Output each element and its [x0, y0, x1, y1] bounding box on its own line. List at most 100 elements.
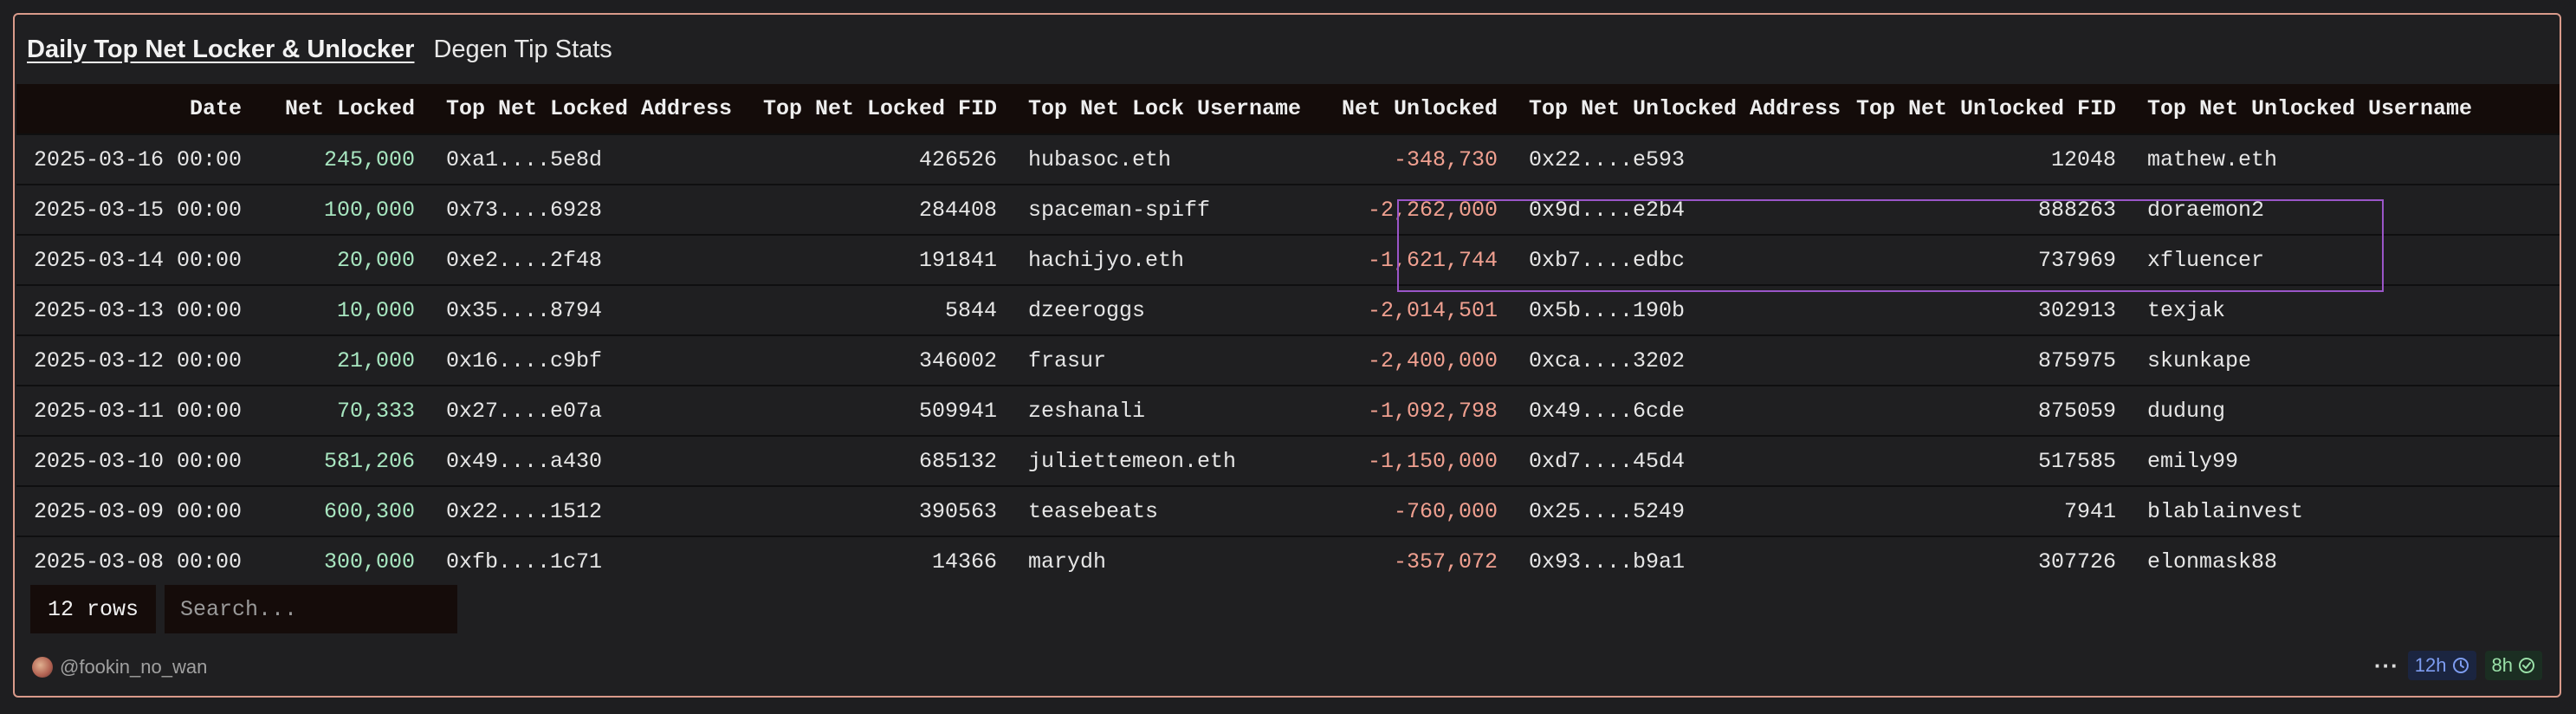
column-header-net-locked[interactable]: Net Locked	[257, 84, 430, 134]
status-badge[interactable]: 8h	[2484, 651, 2542, 680]
footer-author[interactable]: @fookin_no_wan	[32, 656, 207, 678]
column-header-top-net-unlocked-fid[interactable]: Top Net Unlocked FID	[1803, 84, 2132, 134]
cell-unlocked-fid: 888263	[2037, 197, 2116, 223]
table-row[interactable]: 2025-03-08 00:00 300,000 0xfb....1c71 14…	[16, 536, 2560, 576]
cell-unlocked-fid: 875975	[2037, 347, 2116, 373]
cell-unlocked-fid: 12048	[2050, 146, 2116, 172]
cell-date: 2025-03-10 00:00	[33, 448, 242, 474]
table-controls: 12 rows	[30, 585, 458, 633]
cell-locked-username: spaceman-spiff	[1028, 197, 1211, 223]
cell-unlocked-address: 0xb7....edbc	[1529, 247, 1686, 273]
cell-locked-address: 0x49....a430	[446, 448, 603, 474]
column-header-date[interactable]: Date	[16, 84, 257, 134]
cell-net-locked: 21,000	[336, 347, 415, 373]
more-icon[interactable]: ···	[2374, 652, 2399, 679]
cell-locked-username: marydh	[1028, 549, 1107, 574]
refresh-badge[interactable]: 12h	[2407, 651, 2476, 680]
cell-locked-address: 0xa1....5e8d	[446, 146, 603, 172]
cell-locked-fid: 390563	[918, 498, 997, 524]
cell-unlocked-username: texjak	[2147, 297, 2226, 323]
results-table: Date Net Locked Top Net Locked Address T…	[16, 84, 2560, 576]
cell-date: 2025-03-15 00:00	[33, 197, 242, 223]
table-row[interactable]: 2025-03-14 00:00 20,000 0xe2....2f48 191…	[16, 235, 2560, 285]
cell-locked-address: 0x73....6928	[446, 197, 603, 223]
cell-net-unlocked: -760,000	[1393, 498, 1498, 524]
cell-unlocked-fid: 517585	[2037, 448, 2116, 474]
cell-unlocked-username: xfluencer	[2147, 247, 2265, 273]
cell-locked-address: 0x22....1512	[446, 498, 603, 524]
cell-unlocked-address: 0x25....5249	[1529, 498, 1686, 524]
cell-date: 2025-03-13 00:00	[33, 297, 242, 323]
cell-unlocked-address: 0x22....e593	[1529, 146, 1686, 172]
table-row[interactable]: 2025-03-09 00:00 600,300 0x22....1512 39…	[16, 486, 2560, 536]
cell-date: 2025-03-11 00:00	[33, 398, 242, 424]
column-header-top-net-lock-username[interactable]: Top Net Lock Username	[1013, 84, 1301, 134]
clock-icon	[2452, 658, 2469, 673]
cell-locked-username: frasur	[1028, 347, 1107, 373]
cell-locked-username: zeshanali	[1028, 398, 1146, 424]
cell-unlocked-address: 0x9d....e2b4	[1529, 197, 1686, 223]
column-header-top-net-unlocked-username[interactable]: Top Net Unlocked Username	[2132, 84, 2560, 134]
cell-net-locked: 600,300	[323, 498, 415, 524]
table-row[interactable]: 2025-03-11 00:00 70,333 0x27....e07a 509…	[16, 386, 2560, 436]
row-count-label: 12 rows	[30, 585, 157, 633]
results-table-container[interactable]: Date Net Locked Top Net Locked Address T…	[16, 84, 2560, 576]
cell-net-locked: 70,333	[336, 398, 415, 424]
cell-net-unlocked: -2,014,501	[1367, 297, 1498, 323]
table-row[interactable]: 2025-03-10 00:00 581,206 0x49....a430 68…	[16, 436, 2560, 486]
cell-date: 2025-03-14 00:00	[33, 247, 242, 273]
cell-net-unlocked: -2,400,000	[1367, 347, 1498, 373]
cell-unlocked-username: elonmask88	[2147, 549, 2278, 574]
cell-locked-address: 0x16....c9bf	[446, 347, 603, 373]
cell-unlocked-fid: 307726	[2037, 549, 2116, 574]
cell-unlocked-username: blablainvest	[2147, 498, 2304, 524]
table-row[interactable]: 2025-03-12 00:00 21,000 0x16....c9bf 346…	[16, 335, 2560, 386]
cell-locked-username: hachijyo.eth	[1028, 247, 1185, 273]
cell-locked-fid: 5844	[944, 297, 997, 323]
cell-locked-username: juliettemeon.eth	[1028, 448, 1237, 474]
author-handle[interactable]: @fookin_no_wan	[60, 656, 207, 678]
table-row[interactable]: 2025-03-13 00:00 10,000 0x35....8794 584…	[16, 285, 2560, 335]
cell-unlocked-username: dudung	[2147, 398, 2226, 424]
widget-subtitle: Degen Tip Stats	[433, 35, 612, 63]
cell-net-unlocked: -2,262,000	[1367, 197, 1498, 223]
cell-net-locked: 100,000	[323, 197, 415, 223]
cell-locked-address: 0x35....8794	[446, 297, 603, 323]
avatar	[32, 657, 53, 678]
widget-header: Daily Top Net Locker & Unlocker Degen Ti…	[27, 32, 612, 67]
cell-locked-username: hubasoc.eth	[1028, 146, 1172, 172]
cell-locked-address: 0xfb....1c71	[446, 549, 603, 574]
cell-unlocked-fid: 875059	[2037, 398, 2116, 424]
cell-net-locked: 20,000	[336, 247, 415, 273]
cell-locked-fid: 191841	[918, 247, 997, 273]
cell-net-locked: 581,206	[323, 448, 415, 474]
cell-unlocked-username: emily99	[2147, 448, 2239, 474]
cell-net-locked: 300,000	[323, 549, 415, 574]
check-circle-icon	[2519, 658, 2534, 673]
column-header-top-net-locked-address[interactable]: Top Net Locked Address	[430, 84, 732, 134]
cell-net-unlocked: -1,621,744	[1367, 247, 1498, 273]
cell-net-locked: 10,000	[336, 297, 415, 323]
table-header-row: Date Net Locked Top Net Locked Address T…	[16, 84, 2560, 134]
table-row[interactable]: 2025-03-15 00:00 100,000 0x73....6928 28…	[16, 185, 2560, 235]
cell-net-unlocked: -348,730	[1393, 146, 1498, 172]
cell-unlocked-username: mathew.eth	[2147, 146, 2278, 172]
cell-unlocked-fid: 7941	[2063, 498, 2116, 524]
column-header-top-net-locked-fid[interactable]: Top Net Locked FID	[690, 84, 1013, 134]
search-input[interactable]	[165, 585, 458, 633]
cell-locked-fid: 426526	[918, 146, 997, 172]
widget-title-link[interactable]: Daily Top Net Locker & Unlocker	[27, 36, 414, 64]
cell-unlocked-address: 0x93....b9a1	[1529, 549, 1686, 574]
column-header-top-net-unlocked-address[interactable]: Top Net Unlocked Address	[1513, 84, 1841, 134]
column-header-net-unlocked[interactable]: Net Unlocked	[1290, 84, 1513, 134]
cell-locked-username: teasebeats	[1028, 498, 1159, 524]
cell-locked-fid: 284408	[918, 197, 997, 223]
cell-locked-address: 0xe2....2f48	[446, 247, 603, 273]
cell-unlocked-fid: 737969	[2037, 247, 2116, 273]
refresh-interval-label: 12h	[2414, 654, 2447, 676]
cell-locked-username: dzeeroggs	[1028, 297, 1146, 323]
table-row[interactable]: 2025-03-16 00:00 245,000 0xa1....5e8d 42…	[16, 134, 2560, 185]
cell-unlocked-fid: 302913	[2037, 297, 2116, 323]
cell-net-unlocked: -1,150,000	[1367, 448, 1498, 474]
cell-unlocked-address: 0xd7....45d4	[1529, 448, 1686, 474]
